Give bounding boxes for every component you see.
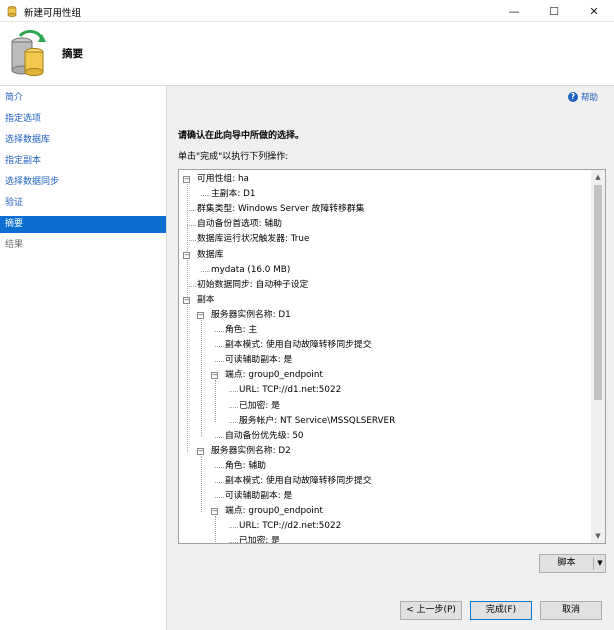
help-icon: ? [567, 92, 578, 102]
chevron-down-icon[interactable]: ▼ [595, 555, 605, 572]
minimize-button[interactable]: — [494, 0, 534, 22]
tree-node[interactable]: 自动备份首选项: 辅助 [197, 217, 282, 232]
close-button[interactable]: ✕ [574, 0, 614, 22]
script-button[interactable]: 脚本 ▼ [539, 554, 606, 573]
tree-node[interactable]: 可读辅助副本: 是 [225, 353, 292, 368]
tree-node[interactable]: 可用性组: ha [197, 172, 249, 187]
availability-group-icon [11, 29, 46, 77]
tree-connector-line [201, 455, 202, 513]
tree-node[interactable]: 可读辅助副本: 是 [225, 489, 292, 504]
tree-node[interactable]: URL: TCP://d2.net:5022 [239, 519, 341, 534]
tree-node[interactable]: 服务帐户: NT Service\MSSQLSERVER [239, 414, 395, 429]
sidebar-item-summary[interactable]: 摘要 [0, 216, 166, 233]
confirm-heading: 请确认在此向导中所做的选择。 [178, 131, 305, 141]
sidebar-item-options[interactable]: 指定选项 [0, 111, 166, 128]
sidebar: 简介指定选项选择数据库指定副本选择数据同步 验证摘要结果 [0, 86, 167, 630]
tree-connector-line [187, 285, 196, 287]
collapse-toggle-icon[interactable]: − [197, 311, 204, 319]
finish-button[interactable]: 完成(F) [470, 601, 532, 620]
instruction-text: 单击"完成"以执行下列操作: [178, 152, 289, 162]
tree-node[interactable]: 角色: 辅助 [225, 459, 266, 474]
vertical-scrollbar[interactable]: ▲ ▼ [591, 170, 605, 543]
tree-connector-line [187, 240, 196, 242]
tree-node[interactable]: 服务器实例名称: D2 [211, 444, 291, 459]
tree-node[interactable]: 数据库 [197, 248, 223, 263]
tree-connector-line [215, 346, 224, 348]
tree-node[interactable]: 已加密: 是 [239, 399, 280, 414]
tree-connector-line [201, 319, 202, 437]
scroll-down-icon[interactable]: ▼ [591, 529, 605, 543]
tree-connector-line [229, 391, 238, 393]
tree-node[interactable]: 自动备份优先级: 50 [225, 429, 304, 444]
tree-node[interactable]: 副本模式: 使用自动故障转移同步提交 [225, 474, 372, 489]
help-link[interactable]: ? 帮助 [567, 91, 598, 103]
title-bar: 新建可用性组 — ☐ ✕ [0, 0, 614, 22]
sidebar-item-replicas[interactable]: 指定副本 [0, 153, 166, 170]
tree-connector-line [229, 421, 238, 423]
tree-node[interactable]: URL: TCP://d1.net:5022 [239, 383, 341, 398]
tree-connector-line [229, 527, 238, 529]
tree-node[interactable]: 端点: group0_endpoint [225, 368, 323, 383]
tree-connector-line [215, 361, 224, 363]
tree-node[interactable]: 副本 [197, 293, 215, 308]
sidebar-item-data-sync[interactable]: 选择数据同步 [0, 174, 166, 191]
collapse-toggle-icon[interactable]: − [183, 296, 190, 304]
tree-connector-line [187, 225, 196, 227]
sidebar-item-intro[interactable]: 简介 [0, 90, 166, 107]
page-header: 摘要 [0, 22, 614, 86]
page-title: 摘要 [62, 48, 83, 60]
app-icon [7, 6, 17, 17]
sidebar-item-validation[interactable]: 验证 [0, 195, 166, 212]
scrollbar-thumb[interactable] [594, 185, 602, 400]
tree-connector-line [215, 466, 224, 468]
window-title: 新建可用性组 [24, 8, 82, 19]
tree-node[interactable]: 群集类型: Windows Server 故障转移群集 [197, 202, 364, 217]
tree-connector-line [201, 195, 210, 197]
summary-tree: − 可用性组: ha 主副本: D1 群集类型: Windows Server 故障转… [179, 170, 592, 543]
scroll-up-icon[interactable]: ▲ [591, 170, 605, 184]
maximize-button[interactable]: ☐ [534, 0, 574, 22]
tree-connector-line [201, 270, 210, 272]
tree-connector-line [215, 331, 224, 332]
summary-tree-view[interactable]: − 可用性组: ha 主副本: D1 群集类型: Windows Server 故障转… [178, 169, 606, 544]
tree-connector-line [187, 304, 188, 452]
collapse-toggle-icon[interactable]: − [211, 508, 218, 516]
tree-connector-line [215, 482, 224, 483]
tree-connector-line [229, 406, 238, 408]
script-button-divider [593, 557, 594, 570]
collapse-toggle-icon[interactable]: − [183, 176, 190, 183]
script-button-label: 脚本 [557, 558, 576, 568]
collapse-toggle-icon[interactable]: − [197, 447, 204, 455]
tree-node[interactable]: 角色: 主 [225, 323, 257, 338]
tree-connector-line [215, 380, 216, 422]
back-button[interactable]: < 上一步(P) [400, 601, 462, 620]
tree-node[interactable]: 初始数据同步: 自动种子设定 [197, 278, 308, 293]
tree-node[interactable]: mydata (16.0 MB) [211, 263, 290, 278]
main-panel: ? 帮助 请确认在此向导中所做的选择。 单击"完成"以执行下列操作: − 可用性组… [167, 86, 614, 630]
sidebar-item-results: 结果 [5, 240, 24, 250]
tree-node[interactable]: 副本模式: 使用自动故障转移同步提交 [225, 338, 372, 353]
tree-connector-line [215, 516, 216, 543]
collapse-toggle-icon[interactable]: − [183, 251, 190, 259]
cancel-button[interactable]: 取消 [540, 601, 602, 620]
help-label: 帮助 [580, 93, 598, 103]
tree-node[interactable]: 主副本: D1 [211, 187, 256, 202]
tree-connector-line [215, 497, 224, 499]
collapse-toggle-icon[interactable]: − [211, 372, 218, 380]
tree-node[interactable]: 服务器实例名称: D1 [211, 308, 291, 323]
tree-connector-line [187, 210, 196, 212]
tree-node[interactable]: 已加密: 是 [239, 534, 280, 543]
tree-connector-line [229, 542, 238, 543]
tree-connector-line [215, 436, 224, 438]
tree-node[interactable]: 端点: group0_endpoint [225, 504, 323, 519]
tree-node[interactable]: 数据库运行状况触发器: True [197, 232, 309, 247]
sidebar-item-databases[interactable]: 选择数据库 [0, 132, 166, 149]
